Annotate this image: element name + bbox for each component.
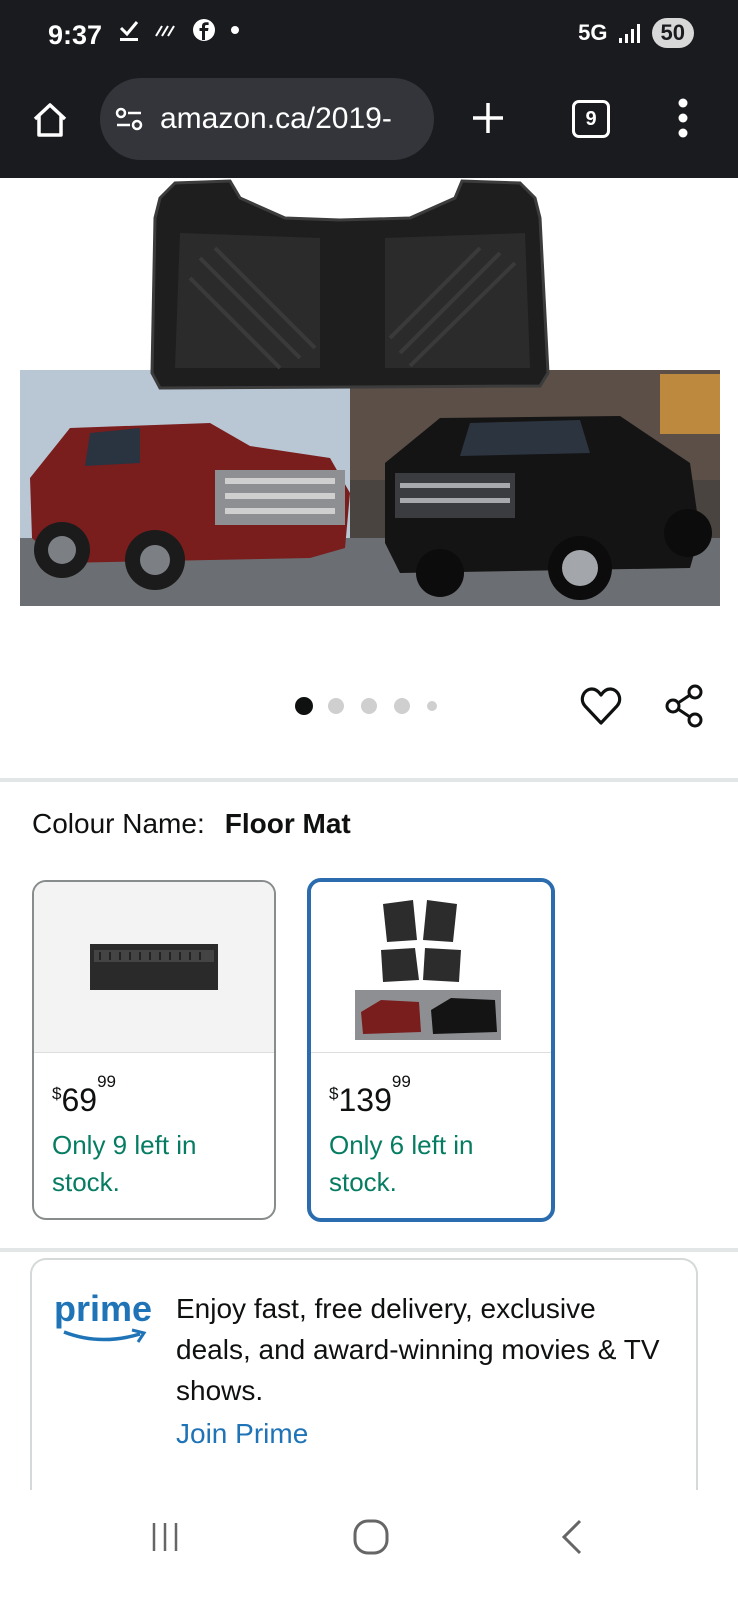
rear-mat-thumbnail xyxy=(90,944,218,990)
system-navigation-bar xyxy=(0,1490,738,1600)
section-divider xyxy=(0,1248,738,1252)
variation-label: Colour Name: Floor Mat xyxy=(32,808,351,840)
url-text: amazon.ca/2019- xyxy=(160,102,392,135)
option-price: $6999 xyxy=(52,1072,116,1119)
wishlist-heart-icon[interactable] xyxy=(580,686,622,726)
address-bar[interactable]: amazon.ca/2019- xyxy=(100,78,434,160)
download-check-icon xyxy=(119,21,139,41)
full-set-thumbnail xyxy=(355,900,501,1040)
share-icon[interactable] xyxy=(664,684,706,728)
price-fraction: 99 xyxy=(97,1072,116,1092)
facebook-icon xyxy=(193,19,215,41)
battery-level: 50 xyxy=(651,18,694,48)
signal-activity-icon xyxy=(155,25,175,37)
prime-smile-icon xyxy=(63,1328,147,1343)
network-type: 5G xyxy=(578,20,608,45)
price-whole: 69 xyxy=(61,1082,98,1118)
home-button-icon[interactable] xyxy=(352,1518,390,1556)
variation-option-card-selected[interactable]: $13999 Only 6 left in stock. xyxy=(307,878,555,1222)
recent-apps-icon[interactable] xyxy=(150,1520,180,1554)
option-thumbnail xyxy=(34,882,274,1053)
prime-description: Enjoy fast, free delivery, exclusive dea… xyxy=(176,1293,660,1406)
status-time: 9:37 xyxy=(48,20,103,50)
pagination-dot[interactable] xyxy=(361,698,377,714)
price-whole: 139 xyxy=(338,1082,392,1118)
pagination-dot[interactable] xyxy=(328,698,344,714)
pagination-dot[interactable] xyxy=(427,701,437,711)
dot-icon xyxy=(231,26,239,34)
pagination-dot[interactable] xyxy=(295,697,313,715)
gallery-pagination[interactable] xyxy=(288,696,448,716)
currency-symbol: $ xyxy=(329,1084,339,1103)
status-right: 5G 50 xyxy=(578,18,694,48)
section-divider xyxy=(0,778,738,782)
status-bar: 9:37 5G 50 xyxy=(0,0,738,78)
product-image[interactable] xyxy=(0,178,738,628)
notification-icons xyxy=(118,18,240,42)
site-settings-icon[interactable] xyxy=(114,105,144,133)
new-tab-icon[interactable] xyxy=(468,98,508,138)
option-price: $13999 xyxy=(329,1072,411,1119)
variation-option-card[interactable]: $6999 Only 9 left in stock. xyxy=(32,880,276,1220)
variation-selected-value: Floor Mat xyxy=(224,808,351,839)
home-icon[interactable] xyxy=(30,100,70,140)
product-photo xyxy=(20,179,720,606)
prime-upsell-card: prime Enjoy fast, free delivery, exclusi… xyxy=(30,1258,698,1490)
join-prime-link[interactable]: Join Prime xyxy=(176,1418,308,1450)
stock-status: Only 9 left in stock. xyxy=(52,1130,197,1197)
prime-logo-text: prime xyxy=(54,1288,153,1329)
browser-toolbar: amazon.ca/2019- 9 xyxy=(0,78,738,178)
tab-switcher-button[interactable]: 9 xyxy=(572,100,610,138)
prime-logo: prime xyxy=(54,1288,152,1346)
variation-label-text: Colour Name: xyxy=(32,808,205,839)
currency-symbol: $ xyxy=(52,1084,62,1103)
price-fraction: 99 xyxy=(391,1072,411,1092)
signal-strength-icon xyxy=(618,24,640,43)
back-icon[interactable] xyxy=(560,1518,584,1556)
stock-status: Only 6 left in stock. xyxy=(329,1130,474,1197)
option-thumbnail xyxy=(311,882,551,1053)
more-menu-icon[interactable] xyxy=(676,96,690,140)
pagination-dot[interactable] xyxy=(394,698,410,714)
